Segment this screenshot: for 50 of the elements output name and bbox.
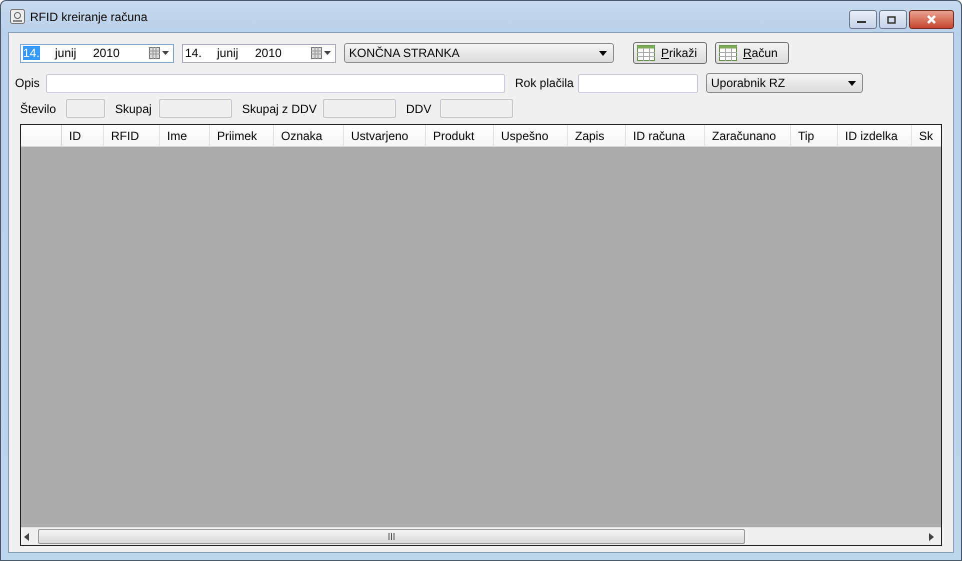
vat-label: DDV [406, 102, 432, 116]
column-header[interactable]: Ime [160, 125, 210, 146]
data-grid[interactable]: ID RFID Ime Priimek Oznaka Ustvarjeno Produkt Uspešno Zapis ID računa Zaračunano Tip ID izdelka Sk [20, 124, 942, 546]
count-label: Število [20, 102, 58, 116]
column-header[interactable]: Tip [791, 125, 838, 146]
description-field[interactable] [46, 74, 505, 92]
column-header[interactable]: Ustvarjeno [344, 125, 426, 146]
due-date-label: Rok plačila [515, 76, 575, 90]
column-header[interactable]: Produkt [426, 125, 494, 146]
show-button[interactable]: Prikaži [633, 42, 707, 64]
maximize-button[interactable] [879, 10, 907, 29]
column-header[interactable]: RFID [104, 125, 160, 146]
month-text: junij [55, 46, 78, 60]
column-header[interactable]: Zapis [568, 125, 626, 146]
year-text: 2010 [93, 46, 121, 60]
column-header[interactable]: ID računa [626, 125, 705, 146]
calendar-icon[interactable] [311, 47, 333, 59]
total-label: Skupaj [115, 102, 153, 116]
table-icon [637, 45, 655, 61]
day-text: 14. [23, 46, 41, 60]
column-header[interactable]: Priimek [210, 125, 274, 146]
customer-dropdown[interactable]: KONČNA STRANKA [344, 43, 614, 63]
due-date-field[interactable] [578, 74, 698, 92]
column-header[interactable]: ID [62, 125, 104, 146]
invoice-button[interactable]: Račun [715, 42, 789, 64]
total-with-vat-label: Skupaj z DDV [242, 102, 318, 116]
app-icon [10, 9, 25, 24]
column-header[interactable]: Oznaka [274, 125, 344, 146]
grip-icon [388, 533, 395, 540]
user-dropdown[interactable]: Uporabnik RZ [706, 73, 863, 93]
date-picker[interactable]: 14. junij 2010 [182, 44, 336, 62]
date-picker[interactable]: 14. junij 2010 [20, 44, 174, 62]
column-header[interactable]: Uspešno [494, 125, 568, 146]
window-title: RFID kreiranje računa [30, 10, 148, 24]
scroll-thumb[interactable] [38, 529, 745, 544]
column-header[interactable]: Zaračunano [705, 125, 791, 146]
dropdown-arrow-icon [848, 80, 856, 86]
close-button[interactable] [909, 10, 954, 29]
description-label: Opis [15, 76, 41, 90]
year-text: 2010 [255, 46, 283, 60]
column-header[interactable]: ID izdelka [838, 125, 912, 146]
dropdown-arrow-icon [599, 50, 607, 56]
horizontal-scrollbar[interactable] [21, 527, 941, 545]
day-text: 14. [185, 46, 203, 60]
column-header[interactable]: Sk [912, 125, 941, 146]
month-text: junij [217, 46, 240, 60]
count-field [66, 99, 105, 118]
table-icon [719, 45, 737, 61]
minimize-button[interactable] [849, 10, 877, 29]
calendar-icon[interactable] [149, 47, 171, 59]
